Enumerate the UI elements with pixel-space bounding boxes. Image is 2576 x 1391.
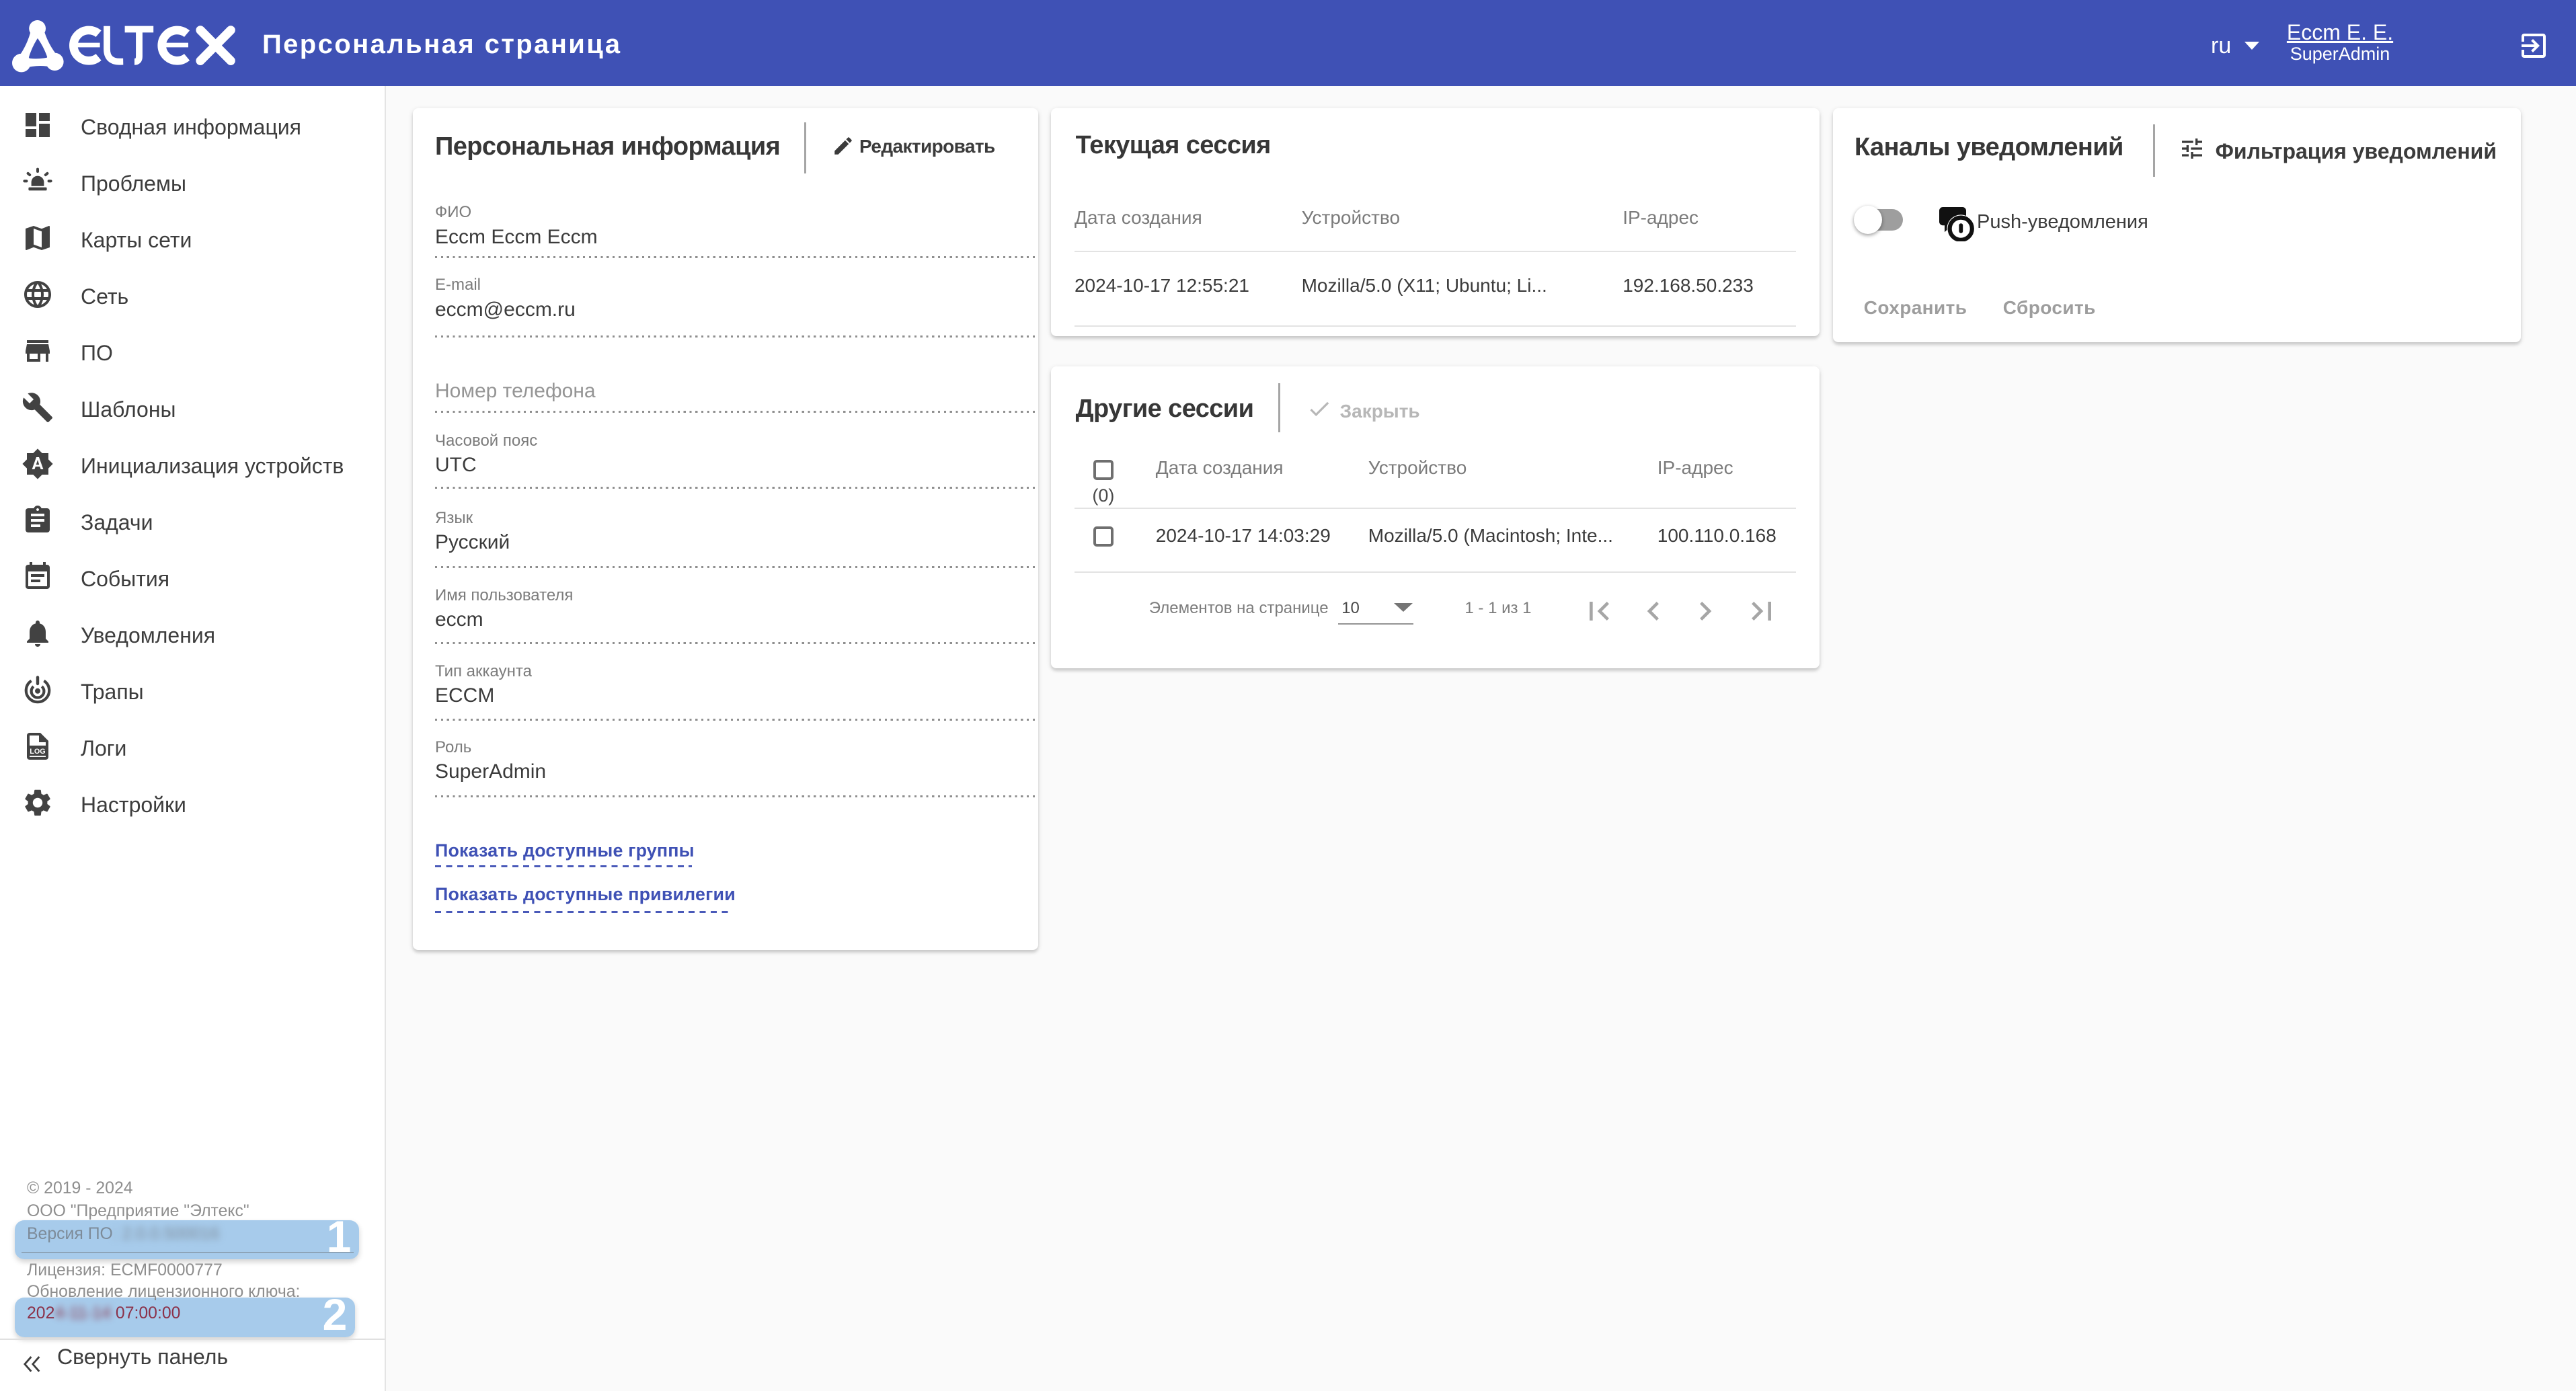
svg-text:LOG: LOG: [30, 748, 45, 756]
